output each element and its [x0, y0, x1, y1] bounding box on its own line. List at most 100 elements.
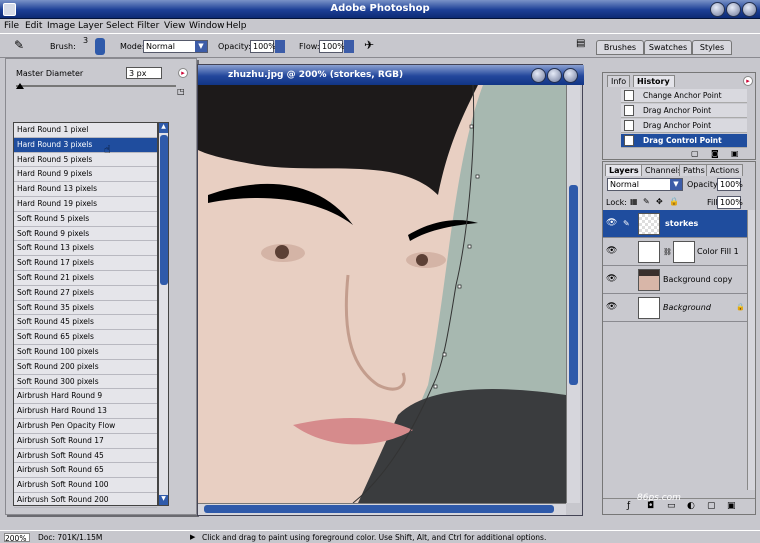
brush-picker-button[interactable] [95, 38, 105, 55]
brush-list-item[interactable]: Hard Round 5 pixels [14, 153, 157, 168]
tab-actions[interactable]: Actions [706, 164, 744, 176]
brush-list-item[interactable]: Soft Round 200 pixels [14, 360, 157, 375]
brush-list-item[interactable]: Airbrush Soft Round 65 [14, 463, 157, 479]
brush-list-item[interactable]: Hard Round 19 pixels [14, 197, 157, 212]
scroll-up-arrow[interactable]: ▲ [159, 123, 168, 133]
brush-list-item[interactable]: Hard Round 1 pixel [14, 123, 157, 138]
brush-list-scroll-thumb[interactable] [160, 135, 168, 285]
doc-maximize-button[interactable] [547, 68, 562, 83]
brush-list-item[interactable]: Airbrush Soft Round 17 [14, 434, 157, 449]
brush-list-item[interactable]: Soft Round 300 pixels [14, 375, 157, 390]
history-item-active[interactable]: Drag Control Point [621, 134, 747, 148]
tab-brushes[interactable]: Brushes [596, 40, 644, 55]
history-item[interactable]: Drag Anchor Point [621, 104, 747, 118]
document-hscroll-thumb[interactable] [204, 505, 554, 513]
brush-list-item[interactable]: Soft Round 45 pixels [14, 315, 157, 331]
scroll-down-arrow[interactable]: ▼ [159, 495, 168, 505]
tab-swatches[interactable]: Swatches [644, 40, 692, 55]
canvas-image[interactable] [198, 85, 566, 503]
menu-layer[interactable]: Layer [78, 21, 103, 31]
delete-layer-icon[interactable]: ▣ [727, 501, 736, 511]
brush-list-item[interactable]: Airbrush Soft Round 45 [14, 449, 157, 464]
brush-list-item[interactable]: Soft Round 21 pixels [14, 271, 157, 286]
brush-list-item[interactable]: Airbrush Hard Round 13 [14, 404, 157, 419]
mode-select[interactable]: Normal ▼ [143, 40, 208, 53]
close-button[interactable] [742, 2, 757, 17]
menu-view[interactable]: View [164, 21, 185, 31]
opacity-slider-button[interactable] [275, 40, 285, 53]
visibility-eye-icon[interactable]: 👁 [606, 246, 617, 256]
palette-toggle-icon[interactable]: ▤ [576, 38, 585, 49]
history-item[interactable]: Change Anchor Point [621, 89, 747, 103]
layer-row-storkes[interactable]: 👁 ✎ storkes [603, 210, 747, 238]
status-arrow-icon[interactable]: ▶ [190, 533, 195, 541]
history-menu-button[interactable]: ▸ [743, 76, 753, 86]
brush-list-item[interactable]: Soft Round 65 pixels [14, 330, 157, 345]
visibility-eye-icon[interactable]: 👁 [606, 274, 617, 284]
tab-styles[interactable]: Styles [692, 40, 732, 55]
brush-list-item[interactable]: Soft Round 100 pixels [14, 345, 157, 360]
trash-icon[interactable]: ▣ [731, 149, 739, 158]
layer-row-color-fill[interactable]: 👁 ⛓ Color Fill 1 [603, 238, 747, 266]
menu-image[interactable]: Image [47, 21, 75, 31]
visibility-eye-icon[interactable]: 👁 [606, 302, 617, 312]
brush-list-item[interactable]: Soft Round 27 pixels [14, 286, 157, 301]
layer-opacity-field[interactable]: 100% [717, 178, 743, 191]
adjustment-layer-icon[interactable]: ◐ [687, 501, 695, 511]
airbrush-icon[interactable]: ✈ [364, 38, 374, 52]
fill-field[interactable]: 100% [717, 196, 743, 209]
flow-field[interactable]: 100% [319, 40, 345, 53]
blend-mode-select[interactable]: Normal ▼ [607, 178, 683, 191]
doc-close-button[interactable] [563, 68, 578, 83]
menu-window[interactable]: Window [189, 21, 225, 31]
brush-tool-icon[interactable]: ✎ [14, 38, 24, 52]
menu-file[interactable]: File [4, 21, 19, 31]
flow-slider-button[interactable] [344, 40, 354, 53]
save-brush-icon[interactable]: ◳ [177, 87, 185, 96]
history-item[interactable]: Drag Anchor Point [621, 119, 747, 133]
document-vertical-scrollbar[interactable] [566, 85, 580, 503]
layer-row-background[interactable]: 👁 Background 🔒 [603, 294, 747, 322]
visibility-eye-icon[interactable]: 👁 [606, 218, 617, 228]
maximize-button[interactable] [726, 2, 741, 17]
brush-list-item[interactable]: Airbrush Pen Opacity Flow [14, 419, 157, 434]
brush-list-item[interactable]: Airbrush Hard Round 9 [14, 389, 157, 405]
menu-edit[interactable]: Edit [25, 21, 42, 31]
document-vscroll-thumb[interactable] [569, 185, 578, 385]
tab-paths[interactable]: Paths [679, 164, 709, 176]
brush-list-item[interactable]: Hard Round 3 pixels [14, 137, 157, 153]
zoom-field[interactable]: 200% [4, 533, 30, 543]
tab-history[interactable]: History [633, 75, 675, 87]
lock-all-icon[interactable]: 🔒 [669, 197, 679, 206]
diameter-slider-handle[interactable] [16, 83, 24, 89]
tab-layers[interactable]: Layers [605, 164, 643, 176]
doc-minimize-button[interactable] [531, 68, 546, 83]
brush-list-item[interactable]: Soft Round 9 pixels [14, 227, 157, 242]
layer-row-background-copy[interactable]: 👁 Background copy [603, 266, 747, 294]
opacity-field[interactable]: 100% [250, 40, 276, 53]
menu-help[interactable]: Help [226, 21, 247, 31]
lock-transparency-icon[interactable]: ▦ [630, 197, 638, 206]
brush-list-scrollbar[interactable]: ▲ ▼ [158, 122, 169, 506]
brush-list-item[interactable]: Hard Round 9 pixels [14, 167, 157, 183]
new-document-icon[interactable]: ▢ [691, 149, 699, 158]
tab-info[interactable]: Info [607, 75, 631, 87]
new-layer-icon[interactable]: ▢ [707, 501, 716, 511]
menu-select[interactable]: Select [106, 21, 134, 31]
brush-list-item[interactable]: Airbrush Soft Round 100 [14, 478, 157, 493]
brush-list-item[interactable]: Soft Round 5 pixels [14, 212, 157, 227]
menu-filter[interactable]: Filter [137, 21, 159, 31]
minimize-button[interactable] [710, 2, 725, 17]
master-diameter-field[interactable]: 3 px [126, 67, 162, 79]
layer-style-icon[interactable]: ƒ [627, 501, 630, 511]
diameter-slider-track[interactable] [16, 85, 176, 87]
brush-list-item[interactable]: Soft Round 17 pixels [14, 256, 157, 271]
snapshot-icon[interactable]: ◙ [711, 149, 719, 158]
panel-menu-button[interactable]: ▸ [178, 68, 188, 78]
lock-paint-icon[interactable]: ✎ [643, 197, 650, 206]
brush-list-item[interactable]: Soft Round 13 pixels [14, 241, 157, 257]
brush-list-item[interactable]: Airbrush Soft Round 200 [14, 493, 157, 508]
brush-list-item[interactable]: Soft Round 35 pixels [14, 301, 157, 316]
document-horizontal-scrollbar[interactable] [198, 503, 566, 515]
lock-move-icon[interactable]: ✥ [656, 197, 663, 206]
